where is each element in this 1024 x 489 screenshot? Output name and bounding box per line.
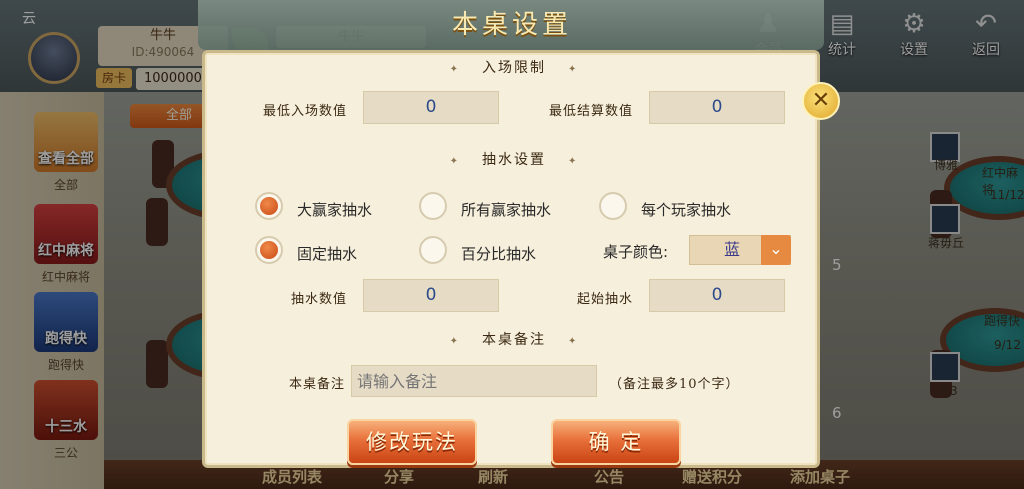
min-settle-field[interactable]: 0 xyxy=(649,91,785,124)
radio-all-winners[interactable] xyxy=(419,192,447,220)
entry-limit-title: 入场限制 xyxy=(482,60,546,76)
modify-rules-button[interactable]: 修改玩法 xyxy=(347,419,477,465)
min-entry-field[interactable]: 0 xyxy=(363,91,499,124)
note-hint: （备注最多10个字） xyxy=(609,377,740,392)
close-icon[interactable]: ✕ xyxy=(802,82,840,120)
section-dot-icon: ✦ xyxy=(449,64,460,75)
radio-big-winner[interactable] xyxy=(255,192,283,220)
radio-percent-rake-label[interactable]: 百分比抽水 xyxy=(461,243,536,264)
note-label: 本桌备注 xyxy=(288,377,345,392)
start-rake-label: 起始抽水 xyxy=(576,292,633,307)
note-title: 本桌备注 xyxy=(482,332,546,348)
start-rake-field[interactable]: 0 xyxy=(649,279,785,312)
radio-big-winner-label[interactable]: 大赢家抽水 xyxy=(297,199,372,220)
rake-title: 抽水设置 xyxy=(482,152,546,168)
radio-every-player[interactable] xyxy=(599,192,627,220)
section-dot-icon: ✦ xyxy=(449,156,460,167)
radio-fixed-rake-label[interactable]: 固定抽水 xyxy=(297,243,357,264)
note-section: ✦ 本桌备注 ✦ xyxy=(205,329,823,349)
modal-title: 本桌设置 xyxy=(451,10,572,40)
section-dot-icon: ✦ xyxy=(449,336,460,347)
rake-value-field[interactable]: 0 xyxy=(363,279,499,312)
min-entry-label: 最低入场数值 xyxy=(262,104,347,119)
section-dot-icon: ✦ xyxy=(568,156,579,167)
note-input[interactable] xyxy=(351,365,597,397)
section-dot-icon: ✦ xyxy=(568,64,579,75)
entry-limit-section: ✦ 入场限制 ✦ xyxy=(205,57,823,77)
radio-percent-rake[interactable] xyxy=(419,236,447,264)
table-color-label: 桌子颜色: xyxy=(603,243,669,261)
rake-section: ✦ 抽水设置 ✦ xyxy=(205,149,823,169)
chevron-down-icon[interactable]: ⌄ xyxy=(761,235,791,265)
section-dot-icon: ✦ xyxy=(568,336,579,347)
confirm-button[interactable]: 确 定 xyxy=(551,419,681,465)
radio-all-winners-label[interactable]: 所有赢家抽水 xyxy=(461,199,551,220)
table-settings-dialog: ✦ 入场限制 ✦ 最低入场数值 0 最低结算数值 0 ✦ 抽水设置 ✦ 大赢家抽水 所有… xyxy=(202,50,820,468)
radio-fixed-rake[interactable] xyxy=(255,236,283,264)
min-settle-label: 最低结算数值 xyxy=(548,104,633,119)
rake-value-label: 抽水数值 xyxy=(290,292,347,307)
radio-every-player-label[interactable]: 每个玩家抽水 xyxy=(641,199,731,220)
